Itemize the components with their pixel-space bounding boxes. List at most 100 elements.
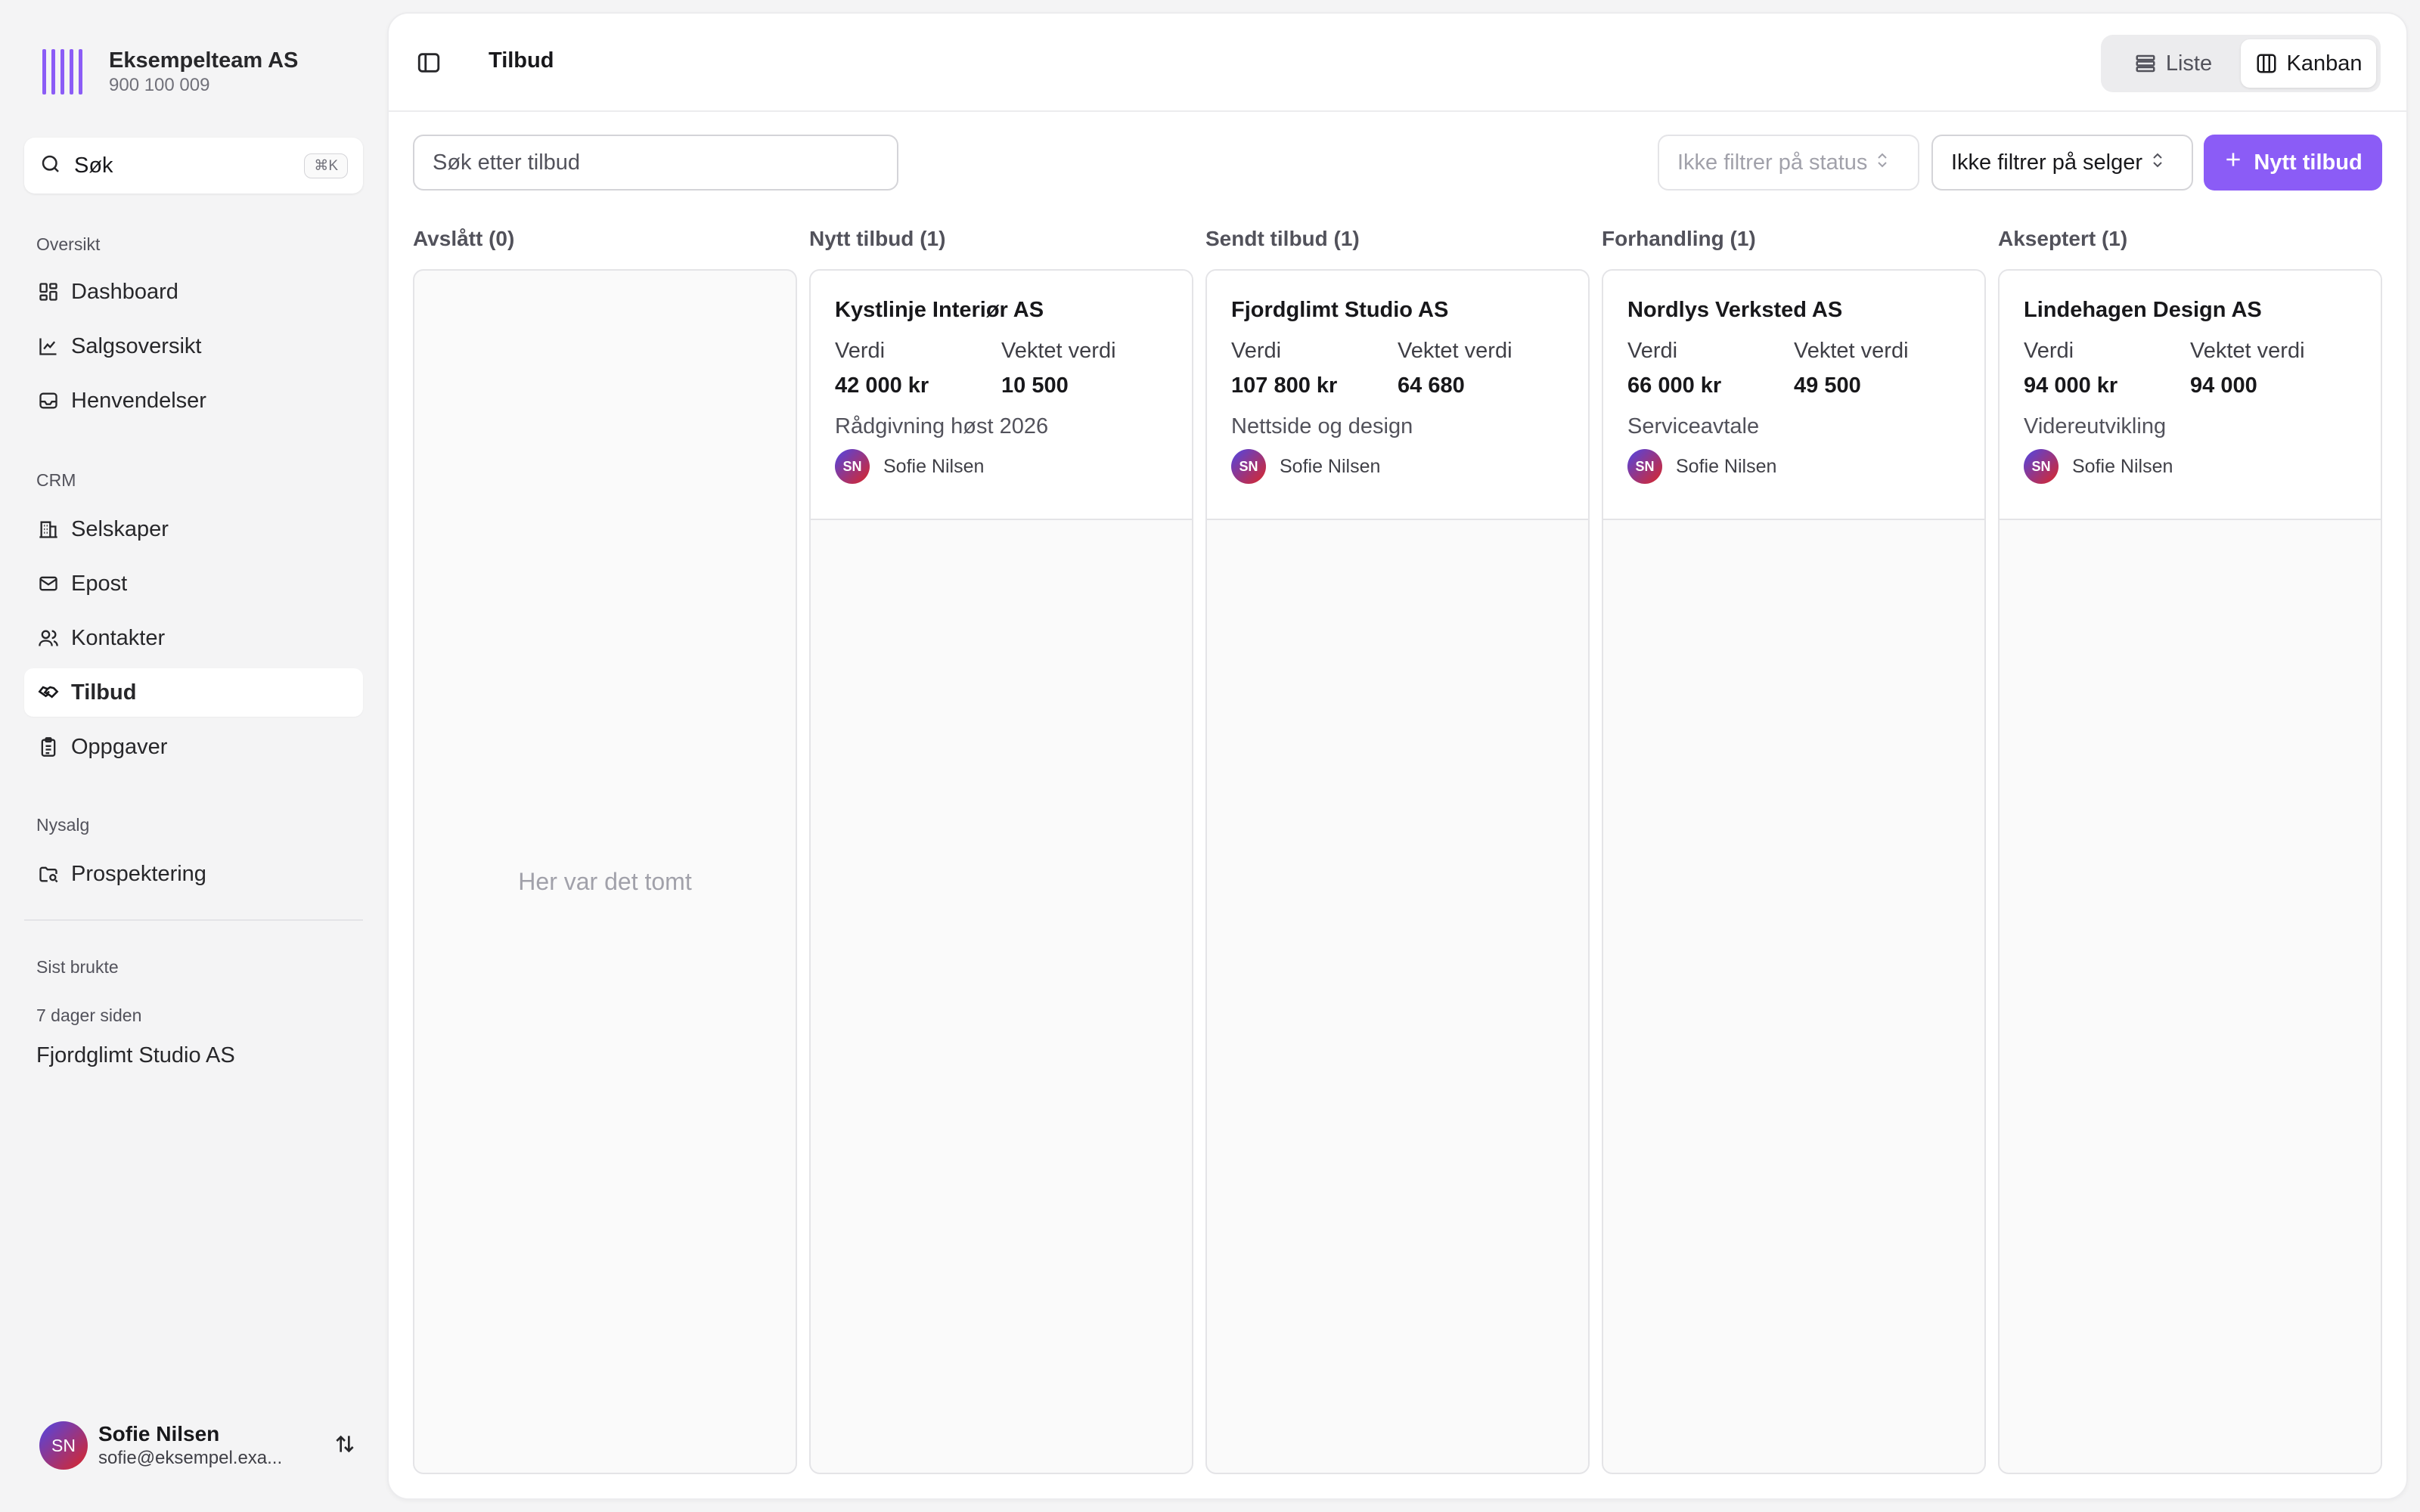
search-shortcut: ⌘K [304,153,348,178]
sidebar-item-tilbud[interactable]: Tilbud [24,668,363,717]
status-filter-select[interactable]: Ikke filtrer på status [1658,135,1919,191]
weighted-label: Vektet verdi [1398,339,1512,363]
card-value: 66 000 kr [1627,373,1722,398]
recent-item[interactable]: Fjordglimt Studio AS [36,1043,235,1068]
user-menu[interactable]: SN Sofie Nilsen sofie@eksempel.exa... [39,1417,357,1474]
page-title: Tilbud [489,48,554,73]
sidebar-divider [24,919,363,921]
sidebar-toggle-icon[interactable] [416,50,443,77]
card-description: Rådgivning høst 2026 [835,414,1049,438]
chevrons-up-down-icon[interactable] [333,1432,357,1460]
sidebar-item-label: Dashboard [71,279,178,304]
seller-filter-value: Ikke filtrer på selger [1951,150,2143,175]
section-label-overview: Oversikt [36,234,101,254]
sidebar-item-label: Epost [71,571,128,596]
search-icon [39,153,62,179]
brand[interactable]: Eksempelteam AS 900 100 009 [42,47,298,97]
sidebar-item-label: Kontakter [71,625,166,650]
folder-search-icon [36,862,60,886]
list-icon [2134,52,2157,75]
card-company: Kystlinje Interiør AS [835,298,1044,322]
brand-logo-icon [42,49,88,94]
offer-card[interactable]: Fjordglimt Studio AS Verdi 107 800 kr Ve… [1207,271,1588,520]
section-label-crm: CRM [36,470,76,490]
mail-icon [36,572,60,596]
value-label: Verdi [2024,339,2074,363]
view-list-label: Liste [2165,51,2213,76]
sidebar-item-label: Prospektering [71,861,206,886]
sidebar-item-label: Salgsoversikt [71,333,202,358]
sidebar-item-label: Henvendelser [71,388,206,413]
brand-name: Eksempelteam AS [109,48,299,73]
card-owner: Sofie Nilsen [2072,455,2173,477]
sidebar-item-label: Oppgaver [71,734,168,759]
card-description: Serviceavtale [1627,414,1760,438]
empty-state-text: Her var det tomt [518,868,692,895]
view-kanban-button[interactable]: Kanban [2241,39,2376,88]
sidebar-item-epost[interactable]: Epost [24,559,363,608]
topbar: Tilbud Liste Kanban [389,14,2406,112]
card-weighted-value: 10 500 [1001,373,1069,398]
users-icon [36,626,60,650]
main-panel: Tilbud Liste Kanban Søk etter tilbud Ikk… [387,12,2408,1500]
card-value: 42 000 kr [835,373,929,398]
sidebar-item-dashboard[interactable]: Dashboard [24,268,363,316]
kanban-icon [2255,52,2278,75]
weighted-label: Vektet verdi [1001,339,1116,363]
card-description: Nettside og design [1231,414,1413,438]
offer-card[interactable]: Nordlys Verksted AS Verdi 66 000 kr Vekt… [1603,271,1984,520]
kanban-column-avslatt: Her var det tomt [413,269,797,1474]
sidebar-item-salgsoversikt[interactable]: Salgsoversikt [24,322,363,370]
kanban-column-forhandling: Nordlys Verksted AS Verdi 66 000 kr Vekt… [1602,269,1986,1474]
weighted-label: Vektet verdi [1794,339,1909,363]
search-button[interactable]: Søk ⌘K [24,138,363,194]
sidebar-item-henvendelser[interactable]: Henvendelser [24,376,363,425]
clipboard-icon [36,735,60,759]
sidebar-item-prospektering[interactable]: Prospektering [24,850,363,898]
offer-search-placeholder: Søk etter tilbud [433,150,581,175]
new-offer-label: Nytt tilbud [2254,150,2363,175]
kanban-column-nytt-tilbud: Kystlinje Interiør AS Verdi 42 000 kr Ve… [809,269,1193,1474]
dashboard-icon [36,280,60,304]
card-description: Videreutvikling [2024,414,2167,438]
offer-card[interactable]: Kystlinje Interiør AS Verdi 42 000 kr Ve… [811,271,1192,520]
section-label-nysalg: Nysalg [36,815,90,835]
chevron-up-down-icon [1875,150,1890,175]
kanban-column-akseptert: Lindehagen Design AS Verdi 94 000 kr Vek… [1998,269,2382,1474]
seller-filter-select[interactable]: Ikke filtrer på selger [1931,135,2193,191]
card-owner: Sofie Nilsen [883,455,985,477]
view-kanban-label: Kanban [2286,51,2363,76]
column-title: Forhandling (1) [1602,227,1756,250]
card-company: Fjordglimt Studio AS [1231,298,1449,322]
card-company: Nordlys Verksted AS [1627,298,1843,322]
sidebar: Eksempelteam AS 900 100 009 Søk ⌘K Overs… [0,0,386,1512]
card-owner: Sofie Nilsen [1676,455,1777,477]
recent-when: 7 dager siden [36,1005,142,1025]
sidebar-item-oppgaver[interactable]: Oppgaver [24,723,363,771]
inbox-icon [36,389,60,413]
plus-icon [2223,150,2243,175]
view-list-button[interactable]: Liste [2105,39,2241,88]
card-value: 107 800 kr [1231,373,1338,398]
sidebar-item-kontakter[interactable]: Kontakter [24,614,363,662]
column-title: Nytt tilbud (1) [809,227,946,250]
user-email: sofie@eksempel.exa... [98,1448,283,1468]
avatar: SN [2024,449,2059,484]
chart-line-icon [36,334,60,358]
search-label: Søk [74,153,113,178]
status-filter-value: Ikke filtrer på status [1677,150,1868,175]
avatar: SN [1627,449,1662,484]
avatar: SN [1231,449,1266,484]
column-title: Akseptert (1) [1998,227,2128,250]
sidebar-item-label: Tilbud [71,680,137,705]
sidebar-item-selskaper[interactable]: Selskaper [24,505,363,553]
offer-search-input[interactable]: Søk etter tilbud [413,135,898,191]
view-switch: Liste Kanban [2101,35,2381,92]
card-weighted-value: 49 500 [1794,373,1861,398]
column-title: Sendt tilbud (1) [1205,227,1360,250]
new-offer-button[interactable]: Nytt tilbud [2204,135,2382,191]
weighted-label: Vektet verdi [2190,339,2305,363]
column-title: Avslått (0) [413,227,515,250]
brand-org-number: 900 100 009 [109,75,210,95]
offer-card[interactable]: Lindehagen Design AS Verdi 94 000 kr Vek… [2000,271,2381,520]
